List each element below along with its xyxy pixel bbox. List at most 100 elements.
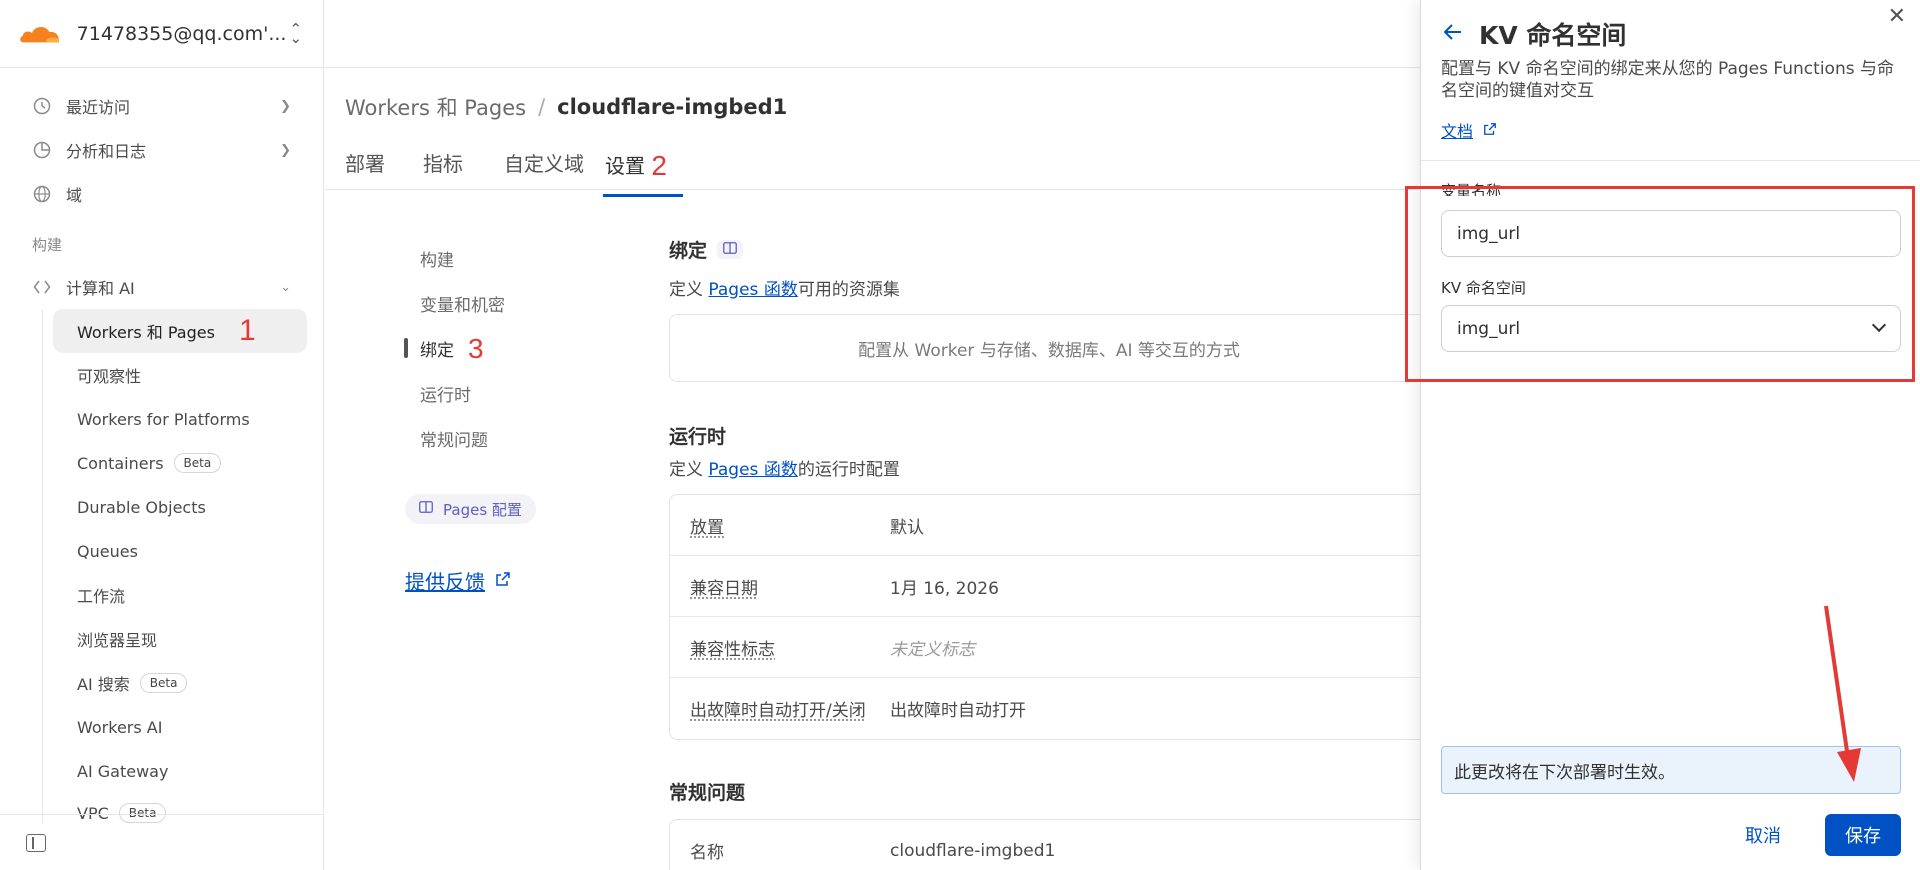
bindings-desc-pre: 定义 bbox=[669, 280, 703, 300]
sidebar-item-ai-gateway[interactable]: AI Gateway bbox=[53, 749, 307, 793]
cancel-button[interactable]: 取消 bbox=[1727, 814, 1799, 856]
pages-config-label: Pages 配置 bbox=[443, 500, 522, 519]
drawer-title: KV 命名空间 bbox=[1479, 21, 1627, 50]
sidebar-item-workflows[interactable]: 工作流 bbox=[53, 573, 307, 617]
bindings-section-title: 绑定 bbox=[669, 236, 1429, 263]
runtime-title: 运行时 bbox=[669, 426, 727, 448]
sidebar-item-workers-pages[interactable]: Workers 和 Pages 1 bbox=[53, 309, 307, 353]
sidebar-item-label: Queues bbox=[77, 541, 138, 561]
external-link-icon bbox=[1483, 121, 1497, 140]
sidebar-item-label: Containers bbox=[77, 453, 164, 473]
nav-compute-ai[interactable]: 计算和 AI ⌄ bbox=[0, 265, 323, 309]
collapse-sidebar-icon[interactable] bbox=[26, 833, 46, 852]
sidebar-item-queues[interactable]: Queues bbox=[53, 529, 307, 573]
chevron-down-icon: ⌄ bbox=[280, 279, 291, 295]
pages-functions-link[interactable]: Pages 函数 bbox=[708, 280, 797, 300]
sidebar-item-observability[interactable]: 可观察性 bbox=[53, 353, 307, 397]
sidebar-item-label: Workers AI bbox=[77, 717, 163, 737]
docs-link-label: 文档 bbox=[1441, 122, 1474, 141]
runtime-desc-pre: 定义 bbox=[669, 460, 703, 480]
tab-custom-domains[interactable]: 自定义域 bbox=[504, 148, 584, 191]
chevron-down-icon bbox=[1871, 317, 1887, 333]
subnav-bindings[interactable]: 绑定 3 bbox=[404, 326, 505, 371]
sidebar-item-browser-rendering[interactable]: 浏览器呈现 bbox=[53, 617, 307, 661]
table-row: 出故障时自动打开/关闭 出故障时自动打开 bbox=[670, 678, 1428, 739]
variable-name-value: img_url bbox=[1457, 223, 1521, 244]
runtime-table: 放置 默认 兼容日期 1月 16, 2026 兼容性标志 未定义标志 出故障时自… bbox=[669, 494, 1429, 740]
cloudflare-logo-icon bbox=[20, 26, 59, 42]
globe-icon bbox=[32, 184, 52, 204]
sidebar-item-workers-for-platforms[interactable]: Workers for Platforms bbox=[53, 397, 307, 441]
subnav-bindings-label: 绑定 bbox=[420, 341, 454, 361]
table-row: 名称 cloudflare-imgbed1 bbox=[670, 820, 1428, 870]
chevron-updown-icon[interactable]: ⌃ ⌄ bbox=[286, 21, 305, 45]
bindings-description: 定义 Pages 函数可用的资源集 bbox=[669, 275, 1429, 300]
table-row: 兼容日期 1月 16, 2026 bbox=[670, 556, 1428, 617]
chevron-right-icon: ❯ bbox=[280, 98, 291, 114]
sidebar-item-label: 可观察性 bbox=[77, 367, 142, 386]
nav-compute-ai-label: 计算和 AI bbox=[66, 279, 135, 298]
sidebar-item-ai-search[interactable]: AI 搜索 Beta bbox=[53, 661, 307, 705]
book-icon[interactable] bbox=[717, 240, 744, 259]
pages-functions-link[interactable]: Pages 函数 bbox=[708, 460, 797, 480]
general-table: 名称 cloudflare-imgbed1 bbox=[669, 819, 1429, 870]
nav-recent-label: 最近访问 bbox=[66, 98, 131, 117]
nav-analytics[interactable]: 分析和日志 ❯ bbox=[0, 128, 323, 172]
row-key: 出故障时自动打开/关闭 bbox=[690, 701, 866, 721]
chevron-right-icon: ❯ bbox=[280, 142, 291, 158]
annotation-2: 2 bbox=[651, 150, 667, 181]
account-name: 71478355@qq.com'... bbox=[76, 22, 287, 45]
row-value: 未定义标志 bbox=[890, 639, 975, 660]
tab-metrics[interactable]: 指标 bbox=[423, 148, 463, 191]
row-key: 放置 bbox=[690, 517, 724, 538]
sidebar-item-label: AI Gateway bbox=[77, 761, 169, 781]
variable-name-label: 变量名称 bbox=[1441, 182, 1502, 196]
pages-config-pill[interactable]: Pages 配置 bbox=[405, 494, 536, 524]
sidebar-item-workers-ai[interactable]: Workers AI bbox=[53, 705, 307, 749]
drawer-description: 配置与 KV 命名空间的绑定来从您的 Pages Functions 与命名空间… bbox=[1441, 59, 1894, 101]
account-switcher[interactable]: 71478355@qq.com'... ⌃ ⌄ bbox=[0, 0, 323, 68]
table-row: 放置 默认 bbox=[670, 495, 1428, 556]
breadcrumb-separator: / bbox=[538, 95, 546, 119]
beta-badge: Beta bbox=[139, 673, 188, 693]
bindings-desc-post: 可用的资源集 bbox=[797, 280, 900, 300]
annotation-3: 3 bbox=[468, 332, 484, 364]
compute-icon bbox=[32, 277, 52, 297]
tab-settings[interactable]: 设置 2 bbox=[603, 148, 683, 197]
clock-icon bbox=[32, 96, 52, 116]
subnav-general[interactable]: 常规问题 bbox=[404, 416, 505, 461]
feedback-link[interactable]: 提供反馈 bbox=[405, 566, 511, 595]
divider bbox=[1421, 160, 1920, 161]
faq-title: 常规问题 bbox=[669, 782, 746, 804]
sidebar-item-containers[interactable]: Containers Beta bbox=[53, 441, 307, 485]
kv-namespace-select[interactable]: img_url bbox=[1441, 305, 1901, 352]
close-icon[interactable]: ✕ bbox=[1888, 4, 1906, 29]
variable-name-input[interactable]: img_url bbox=[1441, 210, 1901, 257]
subnav-build[interactable]: 构建 bbox=[404, 236, 505, 281]
chart-pie-icon bbox=[32, 140, 52, 160]
drawer-header: KV 命名空间 bbox=[1443, 16, 1626, 52]
back-arrow-icon[interactable] bbox=[1443, 22, 1463, 47]
nav-domains-label: 域 bbox=[66, 186, 83, 205]
faq-section-title: 常规问题 bbox=[669, 778, 1429, 805]
nav-analytics-label: 分析和日志 bbox=[66, 142, 147, 161]
subnav-variables-secrets[interactable]: 变量和机密 bbox=[404, 281, 505, 326]
nav-recent[interactable]: 最近访问 ❯ bbox=[0, 84, 323, 128]
settings-content: 绑定 定义 Pages 函数可用的资源集 配置从 Worker 与存储、数据库、… bbox=[669, 236, 1429, 870]
row-key: 名称 bbox=[690, 843, 724, 863]
sidebar-item-label: AI 搜索 bbox=[77, 675, 130, 694]
bindings-empty-state[interactable]: 配置从 Worker 与存储、数据库、AI 等交互的方式 bbox=[669, 314, 1429, 382]
save-button[interactable]: 保存 bbox=[1825, 814, 1901, 856]
breadcrumb-current: cloudflare-imgbed1 bbox=[557, 95, 788, 119]
nav-domains[interactable]: 域 bbox=[0, 172, 323, 216]
bindings-title: 绑定 bbox=[669, 240, 708, 262]
row-value: 默认 bbox=[890, 517, 924, 538]
nav-section-build: 构建 bbox=[32, 236, 63, 254]
breadcrumb-parent-link[interactable]: Workers 和 Pages bbox=[345, 92, 526, 122]
sidebar-item-durable-objects[interactable]: Durable Objects bbox=[53, 485, 307, 529]
subnav-runtime[interactable]: 运行时 bbox=[404, 371, 505, 416]
sidebar-item-label: Workers 和 Pages bbox=[77, 323, 215, 342]
docs-link[interactable]: 文档 bbox=[1441, 118, 1497, 142]
tab-deployments[interactable]: 部署 bbox=[345, 148, 385, 191]
row-key: 兼容性标志 bbox=[690, 639, 775, 660]
